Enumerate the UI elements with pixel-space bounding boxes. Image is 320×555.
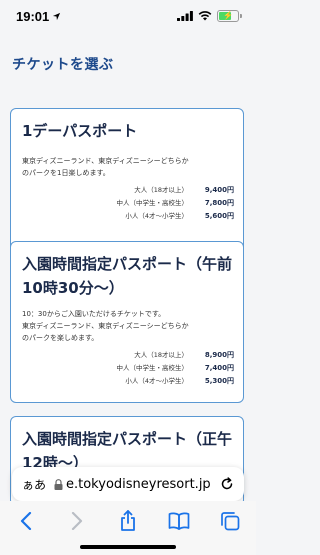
share-icon xyxy=(121,510,135,531)
status-bar: 19:01 ⚡ xyxy=(0,0,256,32)
ticket-card-entry-1030[interactable]: 入園時間指定パスポート（午前 10時30分〜） 10：30からご入園いただけるチ… xyxy=(10,241,244,403)
ticket-title: 入園時間指定パスポート（午前 10時30分〜） xyxy=(22,252,234,300)
charging-bolt-icon: ⚡ xyxy=(223,11,233,20)
price-value: 9,400円 xyxy=(204,186,234,194)
battery-icon: ⚡ xyxy=(217,10,239,22)
chevron-left-icon xyxy=(20,512,31,530)
price-row-child: 小人（4才〜小学生） 5,600円 xyxy=(22,210,234,223)
price-row-adult: 大人（18才以上） 8,900円 xyxy=(22,349,234,362)
status-time-group: 19:01 xyxy=(16,9,61,24)
home-indicator xyxy=(80,545,176,549)
price-row-junior: 中人（中学生・高校生） 7,400円 xyxy=(22,362,235,375)
ticket-title: 1デーパスポート xyxy=(22,122,138,140)
forward-button[interactable] xyxy=(63,507,91,535)
price-row-junior: 中人（中学生・高校生） 7,800円 xyxy=(22,197,235,210)
price-row-adult: 大人（18才以上） 9,400円 xyxy=(22,184,234,197)
description-line: のパークを楽しめます。 xyxy=(22,334,99,342)
price-value: 7,400円 xyxy=(204,364,234,372)
book-icon xyxy=(168,512,190,530)
tabs-button[interactable] xyxy=(216,507,244,535)
price-label: 大人（18才以上） xyxy=(134,351,188,359)
tabs-icon xyxy=(221,512,240,531)
address-bar[interactable]: ぁあ e.tokyodisneyresort.jp xyxy=(12,467,244,501)
back-button[interactable] xyxy=(12,507,40,535)
price-list: 大人（18才以上） 9,400円 中人（中学生・高校生） 7,800円 小人（4… xyxy=(22,184,235,223)
ticket-description: 10：30からご入園いただけるチケットです。 東京ディズニーランド、東京ディズニ… xyxy=(22,308,234,344)
price-value: 5,600円 xyxy=(204,212,234,220)
location-arrow-icon xyxy=(53,12,61,20)
lock-icon xyxy=(54,478,63,490)
price-value: 7,800円 xyxy=(204,199,234,207)
cellular-signal-icon xyxy=(177,11,193,21)
description-line: 10：30からご入園いただけるチケットです。 xyxy=(22,310,166,318)
price-label: 小人（4才〜小学生） xyxy=(125,212,188,220)
title-line: 入園時間指定パスポート（正午 xyxy=(22,430,233,448)
price-value: 8,900円 xyxy=(204,351,234,359)
ticket-description: 東京ディズニーランド、東京ディズニーシーどちらか のパークを1日楽しめます。 xyxy=(22,155,234,179)
status-icons: ⚡ xyxy=(177,10,242,22)
battery-group: ⚡ xyxy=(217,10,242,22)
battery-tip xyxy=(240,14,242,18)
description-line: 東京ディズニーランド、東京ディズニーシーどちらか xyxy=(22,157,189,165)
price-label: 中人（中学生・高校生） xyxy=(116,364,189,372)
description-line: 東京ディズニーランド、東京ディズニーシーどちらか xyxy=(22,322,189,330)
url-text[interactable]: e.tokyodisneyresort.jp xyxy=(66,477,220,492)
page-title: チケットを選ぶ xyxy=(12,57,114,73)
share-button[interactable] xyxy=(114,507,142,535)
ticket-card-1day[interactable]: 1デーパスポート 東京ディズニーランド、東京ディズニーシーどちらか のパークを1… xyxy=(10,108,244,258)
price-label: 小人（4才〜小学生） xyxy=(125,377,188,385)
bookmarks-button[interactable] xyxy=(165,507,193,535)
page-settings-button[interactable]: ぁあ xyxy=(22,476,50,493)
title-line: 10時30分〜） xyxy=(22,279,124,297)
status-time: 19:01 xyxy=(16,8,50,24)
price-list: 大人（18才以上） 8,900円 中人（中学生・高校生） 7,400円 小人（4… xyxy=(22,349,235,388)
price-label: 大人（18才以上） xyxy=(134,186,188,194)
price-label: 中人（中学生・高校生） xyxy=(116,199,189,207)
reload-icon[interactable] xyxy=(220,477,234,491)
title-line: 入園時間指定パスポート（午前 xyxy=(22,255,233,273)
chevron-right-icon xyxy=(71,512,82,530)
description-line: のパークを1日楽しめます。 xyxy=(22,169,110,177)
price-value: 5,300円 xyxy=(204,377,234,385)
price-row-child: 小人（4才〜小学生） 5,300円 xyxy=(22,375,234,388)
wifi-icon xyxy=(198,11,212,21)
